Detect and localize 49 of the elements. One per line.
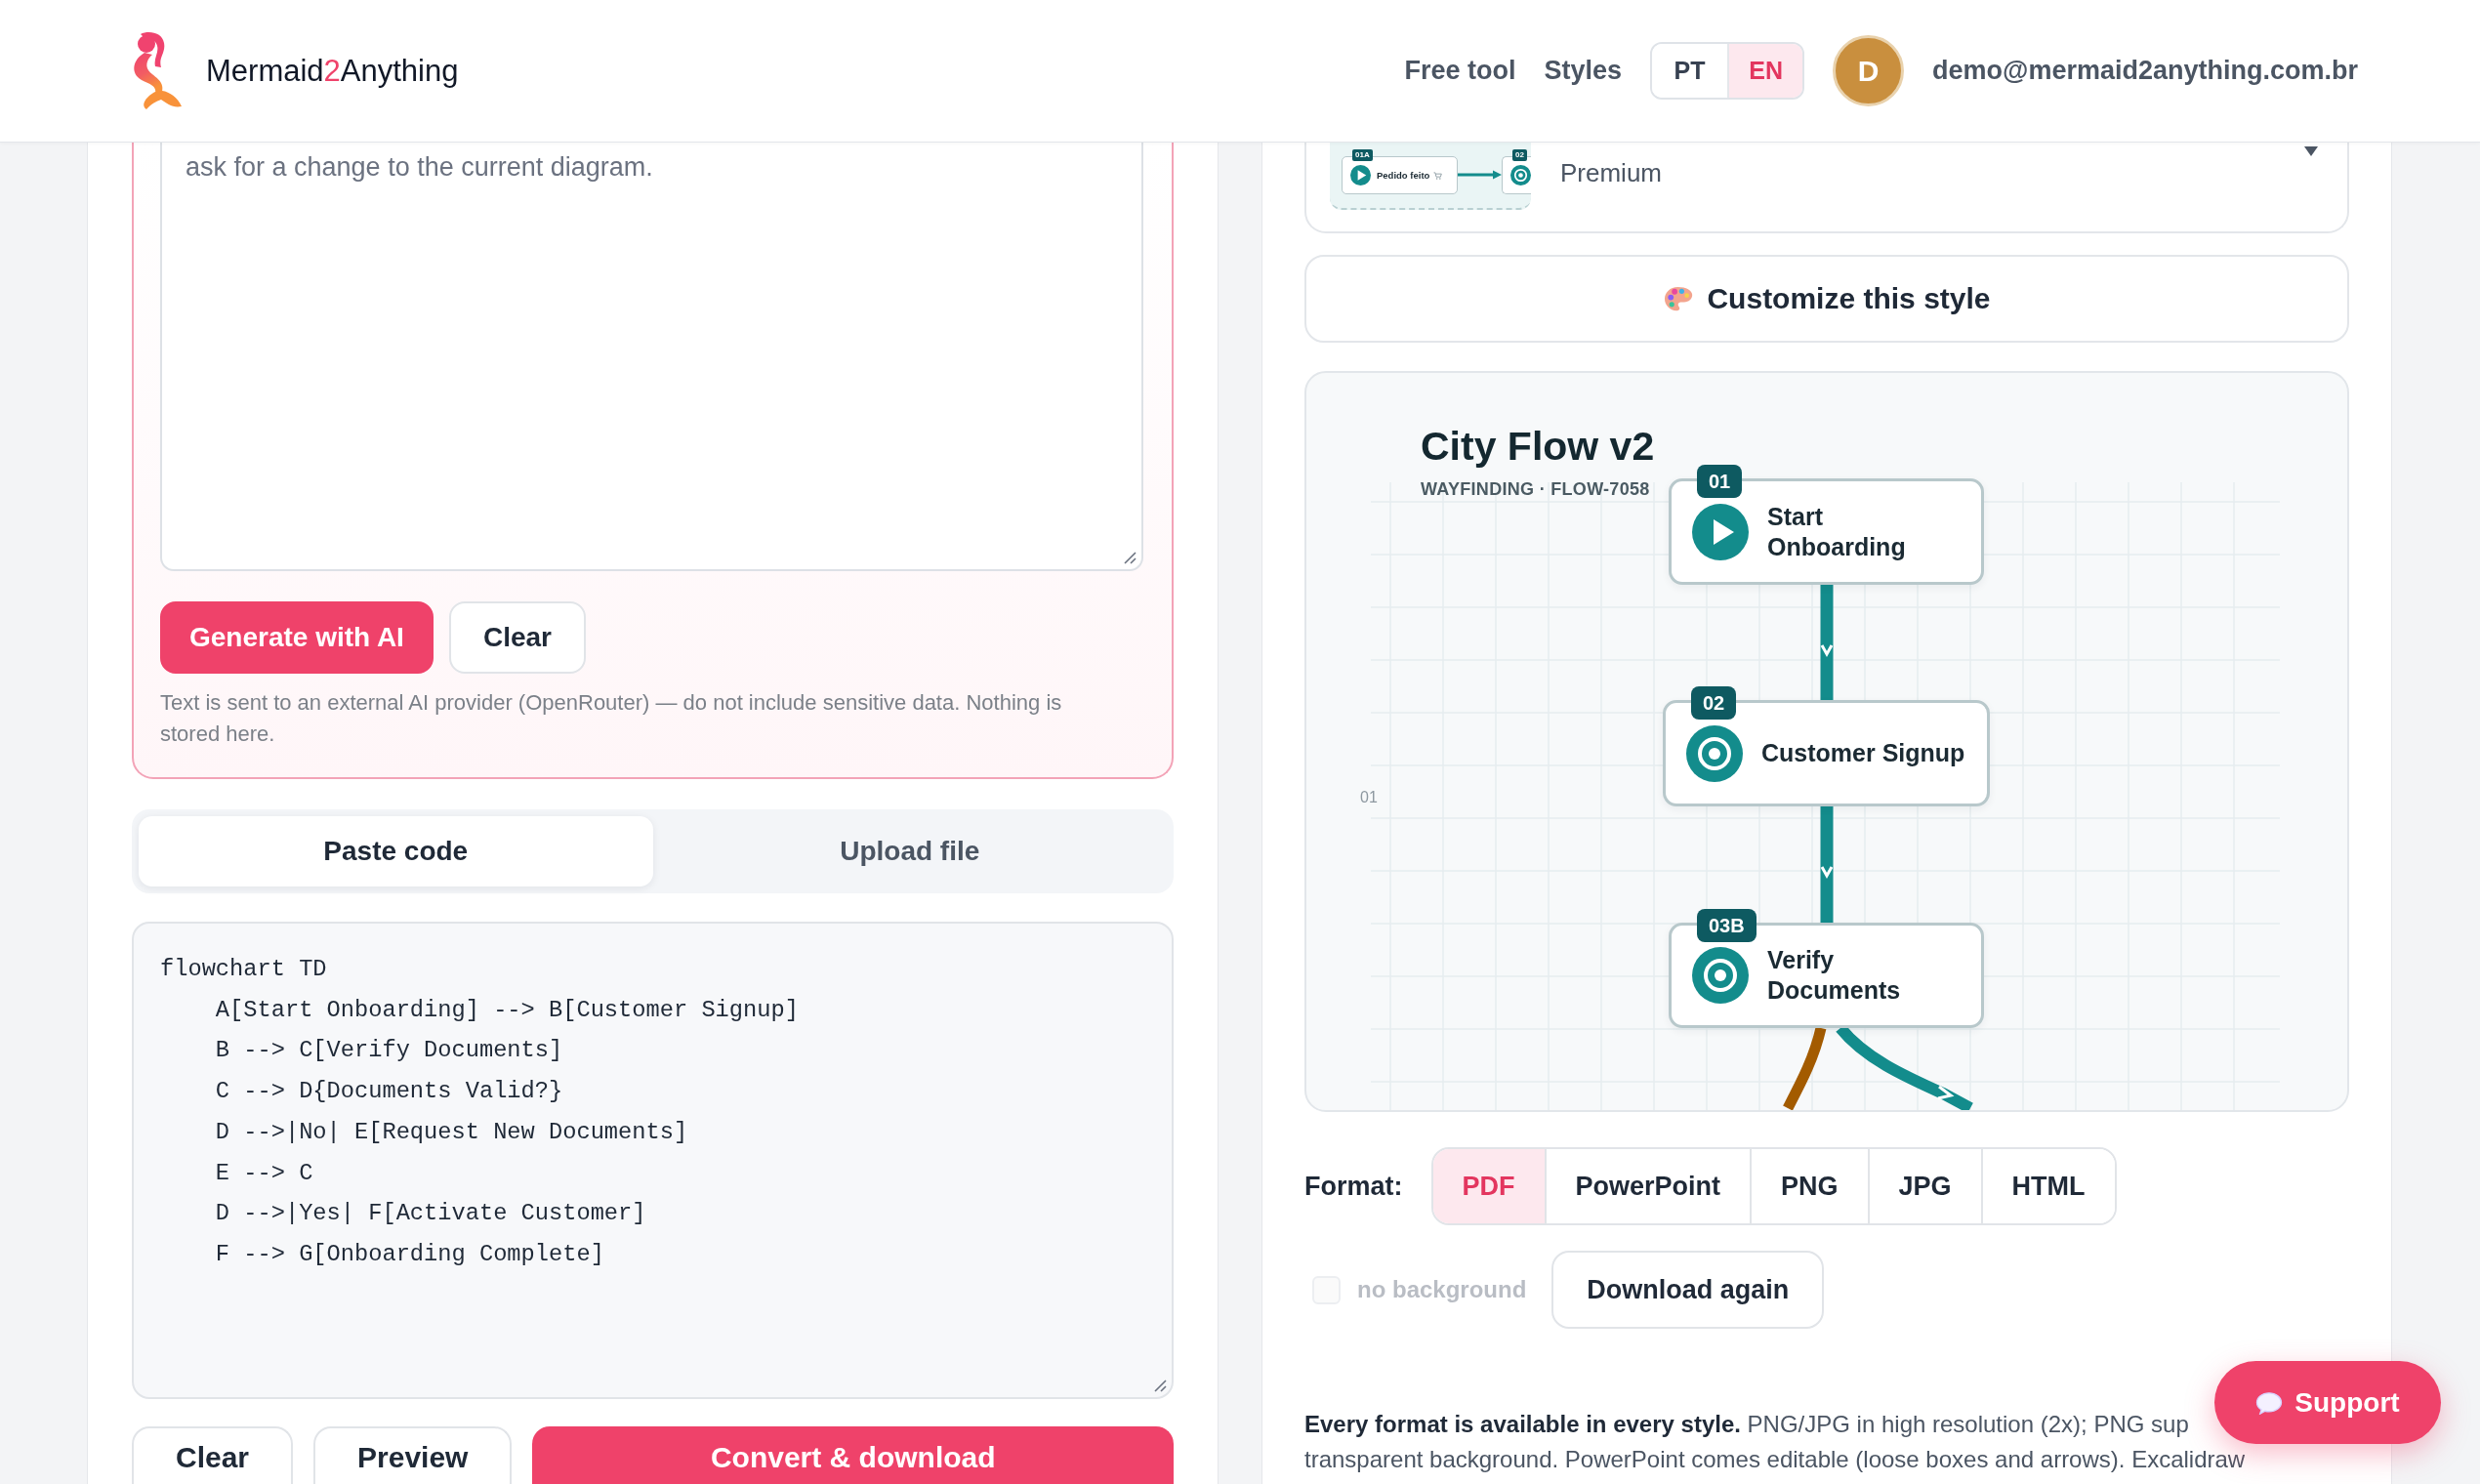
node-label: Pedido feito — [1377, 170, 1430, 181]
play-icon — [1350, 165, 1371, 186]
nav-link[interactable]: Free tool — [1404, 56, 1516, 86]
node-badge: 01A — [1352, 149, 1373, 161]
language-option[interactable]: EN — [1727, 44, 1803, 98]
speech-bubble-icon — [2255, 1390, 2284, 1415]
format-label: Format: — [1304, 1171, 1403, 1202]
resize-grip-icon[interactable] — [1123, 551, 1137, 564]
privacy-note: Text is sent to an external AI provider (OpenRouter) — do not include sensitive data. Nothing is stored here. — [160, 689, 1063, 748]
target-icon — [1686, 724, 1743, 782]
brand-name[interactable]: Mermaid2Anything — [206, 53, 459, 89]
node-label: Customer Signup — [1761, 738, 1966, 768]
target-icon — [1692, 947, 1749, 1004]
convert-download-button[interactable]: Convert & download — [532, 1426, 1174, 1484]
user-email[interactable]: demo@mermaid2anything.com.br — [1932, 56, 2358, 86]
style-tier-label: Premium — [1560, 157, 1662, 189]
cart-icon — [1433, 171, 1443, 180]
diagram-subtitle: WAYFINDING · FLOW-7058 — [1421, 478, 1650, 500]
format-option[interactable]: PDF — [1432, 1149, 1545, 1223]
code-editor-field[interactable]: flowchart TD A[Start Onboarding] --> B[Customer Signup] B --> C[Verify Documents] C --> D{Documents Valid?} D -->|No| E[Request New Documents] E --> C D -->|Yes| F[Activate Customer] F --> G[Onboarding Complete] — [132, 922, 1174, 1399]
node-badge: 01 — [1697, 465, 1743, 498]
caret-icon[interactable] — [2304, 146, 2318, 156]
format-description: Every format is available in every style. PNG/JPG in high resolution (2x); PNG sup — [1304, 1410, 2189, 1439]
node-badge: 03B — [1697, 909, 1757, 942]
resize-grip-icon[interactable] — [1153, 1379, 1167, 1392]
format-option[interactable]: HTML — [1980, 1149, 2115, 1223]
node-label: Verify Documents — [1767, 945, 1902, 1006]
nav-link[interactable]: Styles — [1544, 56, 1623, 86]
diagram-title: City Flow v2 — [1421, 423, 1655, 470]
node-badge: 02 — [1512, 149, 1527, 161]
download-again-button[interactable]: Download again — [1551, 1251, 1825, 1329]
prompt-field[interactable]: ask for a change to the current diagram. — [160, 143, 1143, 571]
connector-arrow — [1458, 169, 1502, 181]
customize-style-button[interactable]: Customize this style — [1304, 255, 2349, 343]
format-description: transparent background. PowerPoint comes editable (loose boxes and arrows). Excalidraw — [1304, 1445, 2246, 1474]
target-icon — [1510, 165, 1531, 186]
clear-button[interactable]: Clear — [132, 1426, 294, 1484]
generate-button[interactable]: Generate with AI — [160, 601, 434, 674]
palette-icon — [1663, 284, 1694, 313]
preview-button[interactable]: Preview — [313, 1426, 513, 1484]
play-icon — [1692, 503, 1749, 560]
node-label: Start Onboarding — [1767, 501, 1907, 562]
tab[interactable]: Upload file — [652, 816, 1167, 886]
tab[interactable]: Paste code — [139, 816, 653, 886]
lane-label: 01 — [1360, 788, 1378, 807]
support-button[interactable]: Support — [2214, 1361, 2441, 1444]
node-badge: 02 — [1691, 686, 1737, 720]
clear-button[interactable]: Clear — [448, 601, 586, 674]
style-picker[interactable]: 01A Pedido feito 02 Premium — [1304, 143, 2349, 233]
